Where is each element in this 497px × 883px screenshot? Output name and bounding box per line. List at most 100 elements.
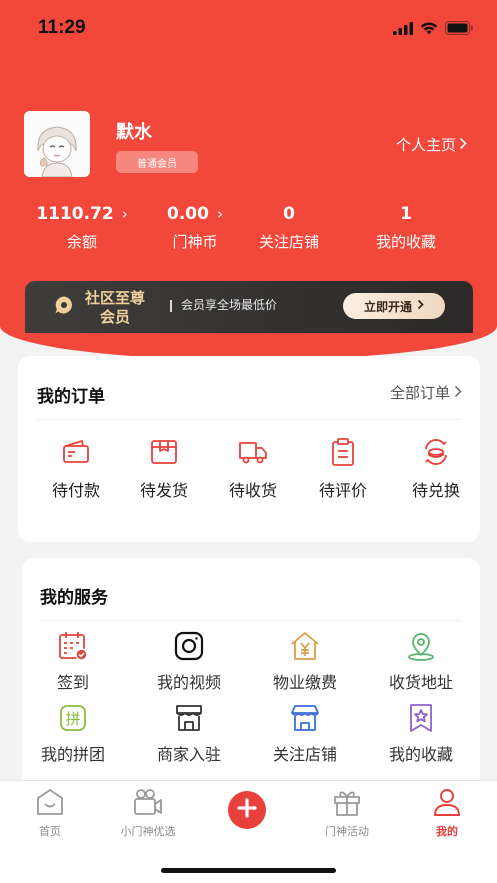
service-property-fees-label: 物业缴费	[272, 673, 337, 692]
divider	[37, 419, 461, 420]
group-buy-icon: 拼	[57, 702, 89, 738]
stat-favorites-label: 我的收藏	[375, 233, 436, 251]
vip-activate-label: 立即开通	[363, 299, 412, 314]
stat-balance-value: 1110.72	[36, 204, 114, 224]
chevron-right-icon: ›	[216, 205, 223, 223]
orders-title: 我的订单	[37, 387, 105, 407]
service-my-favorites-label: 我的收藏	[388, 745, 453, 764]
stat-followed-shops-label: 关注店铺	[258, 233, 319, 251]
order-pending-review[interactable]: 待评价	[297, 438, 389, 501]
order-pending-receipt[interactable]: 待收货	[207, 438, 299, 501]
video-camera-icon	[132, 787, 164, 821]
service-followed-shops[interactable]: 关注店铺	[248, 704, 362, 765]
nav-activities[interactable]: 门神活动	[297, 789, 397, 839]
personal-homepage-label: 个人主页	[395, 136, 456, 154]
truck-icon	[237, 437, 269, 471]
chevron-right-icon	[454, 384, 462, 402]
vip-membership-banner[interactable]: 社区至尊 会员 会员享全场最低价 立即开通	[25, 281, 473, 333]
vip-title-line2: 会员	[99, 308, 130, 326]
shop-icon	[289, 702, 321, 738]
nav-activities-label: 门神活动	[325, 825, 369, 838]
chat-bubble-icon	[54, 295, 74, 315]
wallet-icon	[61, 437, 91, 471]
all-orders-link[interactable]: 全部订单	[390, 382, 462, 403]
service-property-fees[interactable]: 物业缴费	[248, 632, 362, 693]
vip-activate-button[interactable]: 立即开通	[343, 293, 445, 319]
vip-divider	[170, 300, 172, 312]
nav-selection[interactable]: 小门神优选	[98, 789, 198, 839]
service-check-in-label: 签到	[56, 673, 89, 692]
svg-text:拼: 拼	[65, 710, 80, 728]
location-pin-icon	[405, 630, 437, 666]
order-pending-exchange-label: 待兑换	[411, 481, 460, 500]
vip-title: 社区至尊 会员	[79, 289, 151, 327]
stat-favorites[interactable]: 1 我的收藏	[344, 200, 468, 252]
my-orders-card: 我的订单 全部订单 待付款 待发货 待收货 待评价 待兑换	[18, 356, 480, 542]
home-icon	[35, 787, 65, 821]
personal-homepage-link[interactable]: 个人主页	[396, 134, 467, 155]
order-pending-payment[interactable]: 待付款	[30, 438, 122, 501]
service-group-buy-label: 我的拼团	[40, 745, 105, 764]
stat-followed-shops-value: 0	[283, 204, 295, 224]
battery-icon	[445, 20, 473, 39]
service-shipping-address[interactable]: 收货地址	[364, 632, 478, 693]
user-icon	[432, 787, 462, 821]
status-bar: 11:29	[0, 0, 497, 60]
service-my-favorites[interactable]: 我的收藏	[364, 704, 478, 765]
chevron-right-icon	[417, 299, 424, 313]
divider	[40, 620, 462, 621]
account-stats: 1110.72 › 余额 0.00 › 门神币 0 关注店铺 1 我的收藏	[0, 200, 497, 260]
nav-selection-label: 小门神优选	[120, 825, 176, 838]
package-icon	[149, 437, 179, 471]
status-icons	[393, 20, 473, 39]
order-pending-shipment-label: 待发货	[139, 481, 188, 500]
member-level-badge: 普通会员	[116, 151, 198, 173]
service-merchant-join[interactable]: 商家入驻	[132, 704, 246, 765]
cellular-signal-icon	[393, 20, 413, 39]
service-followed-shops-label: 关注店铺	[272, 745, 337, 764]
order-pending-review-label: 待评价	[318, 481, 367, 500]
exchange-icon	[421, 437, 451, 471]
service-my-videos-label: 我的视频	[156, 673, 221, 692]
star-bookmark-icon	[405, 702, 437, 738]
house-yen-icon	[289, 630, 321, 666]
storefront-icon	[173, 702, 205, 738]
home-indicator	[161, 868, 336, 873]
calendar-check-icon	[57, 630, 89, 666]
all-orders-label: 全部订单	[389, 384, 450, 402]
username: 默水	[116, 122, 152, 143]
clipboard-icon	[329, 437, 357, 471]
avatar[interactable]	[24, 111, 90, 177]
stat-coins-value: 0.00	[167, 204, 209, 224]
services-title: 我的服务	[40, 588, 108, 608]
wifi-icon	[420, 20, 438, 39]
nav-mine-label: 我的	[436, 825, 458, 838]
order-pending-payment-label: 待付款	[51, 481, 100, 500]
chevron-right-icon: ›	[121, 205, 128, 223]
camera-icon	[173, 630, 205, 666]
my-services-card: 我的服务 签到 我的视频 物业缴费 收货地址 拼 我的拼团 商家入驻 关注店铺 …	[22, 558, 480, 788]
stat-balance[interactable]: 1110.72 › 余额	[20, 200, 144, 252]
stat-favorites-value: 1	[400, 204, 412, 224]
service-merchant-join-label: 商家入驻	[156, 745, 221, 764]
service-group-buy[interactable]: 拼 我的拼团	[16, 704, 130, 765]
service-shipping-address-label: 收货地址	[388, 673, 453, 692]
nav-mine[interactable]: 我的	[397, 789, 497, 839]
vip-description: 会员享全场最低价	[181, 298, 278, 312]
nav-home-label: 首页	[39, 825, 61, 838]
nav-home[interactable]: 首页	[0, 789, 100, 839]
gift-icon	[332, 787, 362, 821]
order-pending-receipt-label: 待收货	[228, 481, 277, 500]
add-button[interactable]	[228, 791, 266, 829]
chevron-right-icon	[459, 136, 467, 154]
stat-followed-shops[interactable]: 0 关注店铺	[227, 200, 351, 252]
add-icon	[237, 798, 257, 822]
vip-title-line1: 社区至尊	[84, 289, 145, 307]
status-time: 11:29	[38, 17, 86, 38]
service-my-videos[interactable]: 我的视频	[132, 630, 246, 693]
order-pending-exchange[interactable]: 待兑换	[390, 438, 482, 501]
stat-balance-label: 余额	[66, 233, 97, 251]
service-check-in[interactable]: 签到	[16, 632, 130, 693]
member-level-label: 普通会员	[137, 158, 177, 170]
order-pending-shipment[interactable]: 待发货	[118, 438, 210, 501]
